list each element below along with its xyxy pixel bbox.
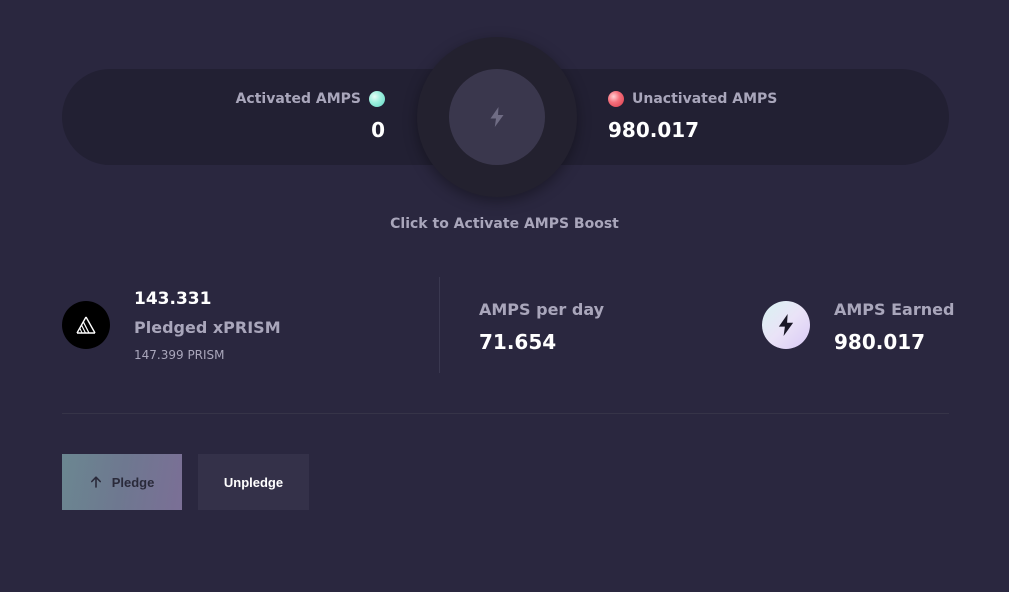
amps-earned-label: AMPS Earned [834,300,955,319]
arrow-up-icon [90,476,101,488]
prism-equivalent: 147.399 PRISM [134,348,225,362]
amps-page: Activated AMPS 0 Unactivated AMPS 980.01… [0,0,1009,592]
lightning-icon [490,107,504,127]
unactivated-amps-section: Unactivated AMPS 980.017 [608,69,949,165]
amps-per-day-value: 71.654 [479,330,557,354]
stats-row: 143.331 Pledged xPRISM 147.399 PRISM AMP… [0,270,1009,380]
stats-divider [439,277,440,373]
prism-logo-icon [62,301,110,349]
unpledge-button[interactable]: Unpledge [198,454,309,510]
amps-earned-value: 980.017 [834,330,926,354]
activate-boost-hint: Click to Activate AMPS Boost [390,216,619,232]
unactivated-status-dot [608,91,624,107]
pledge-button-label: Pledge [111,474,155,490]
pledged-xprism-amount: 143.331 [134,289,212,309]
pledged-xprism-label: Pledged xPRISM [134,318,281,337]
unactivated-amps-label: Unactivated AMPS [632,91,778,107]
activated-amps-value: 0 [371,118,385,142]
lightning-icon [778,314,794,336]
activated-status-dot [369,91,385,107]
unactivated-amps-value: 980.017 [608,118,700,142]
section-divider [62,413,949,414]
unpledge-button-label: Unpledge [223,474,284,490]
amps-per-day-label: AMPS per day [479,300,605,319]
activated-amps-label: Activated AMPS [235,91,361,107]
activated-amps-section: Activated AMPS 0 [62,69,385,165]
pledge-button[interactable]: Pledge [62,454,182,510]
amps-logo-icon [762,301,810,349]
activate-boost-button[interactable] [417,37,577,197]
